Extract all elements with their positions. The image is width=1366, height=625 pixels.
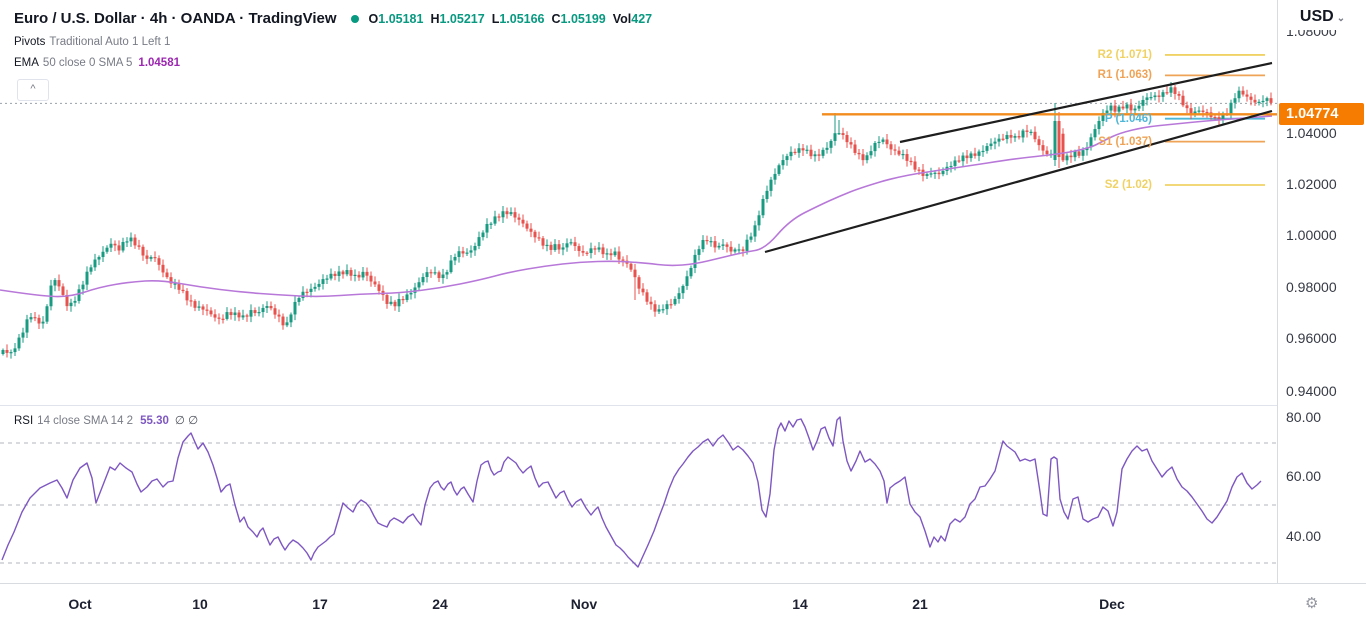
time-axis-label: 17 (312, 596, 328, 612)
ema-indicator-name: EMA (14, 57, 39, 69)
ohlc-item: L1.05166 (492, 12, 545, 26)
currency-selector[interactable]: USD⌄ (1278, 0, 1366, 30)
pivots-indicator-name: Pivots (14, 36, 45, 48)
pivot-level-label: R1 (1.063) (1098, 69, 1152, 81)
pivot-level-label: P (1.046) (1105, 113, 1152, 125)
axis-price-label: 1.02000 (1286, 176, 1337, 192)
pane-divider[interactable] (0, 405, 1366, 406)
axis-price-label: 40.00 (1286, 528, 1321, 544)
last-price-tag: 1.04774 (1279, 103, 1364, 125)
axis-price-label: 60.00 (1286, 468, 1321, 484)
time-axis-label: 10 (192, 596, 208, 612)
tradingview-chart-window: Euro / U.S. Dollar · 4h · OANDA · Tradin… (0, 0, 1366, 625)
gear-icon[interactable]: ⚙ (1305, 594, 1318, 612)
rsi-pane[interactable]: RSI 14 close SMA 14 2 55.30 ∅ ∅ (0, 405, 1277, 583)
axis-price-label: 80.00 (1286, 409, 1321, 425)
rsi-chart-canvas (0, 405, 1277, 583)
price-axis[interactable]: USD⌄ 1.080001.040001.020001.000000.98000… (1277, 0, 1366, 625)
pivots-indicator-legend[interactable]: Pivots Traditional Auto 1 Left 1 (14, 36, 170, 48)
time-axis-label: 14 (792, 596, 808, 612)
time-axis-label: 24 (432, 596, 448, 612)
axis-price-label: 1.04000 (1286, 125, 1337, 141)
price-pane[interactable]: Euro / U.S. Dollar · 4h · OANDA · Tradin… (0, 0, 1277, 405)
ohlc-item: H1.05217 (430, 12, 484, 26)
ema-indicator-params: 50 close 0 SMA 5 (43, 57, 133, 69)
time-axis-label: Oct (68, 596, 91, 612)
pivot-level-label: R2 (1.071) (1098, 49, 1152, 61)
ohlc-item: Vol427 (613, 12, 652, 26)
ohlc-values: O1.05181 H1.05217 L1.05166 C1.05199 Vol427 (369, 10, 660, 27)
time-axis[interactable]: Oct 10 17 24 Nov 14 21 Dec ⚙ (0, 583, 1366, 625)
pivot-level-label: S2 (1.02) (1105, 179, 1152, 191)
ohlc-item: O1.05181 (369, 12, 424, 26)
series-status-dot (351, 15, 359, 23)
ema-indicator-value: 1.04581 (138, 57, 180, 69)
rsi-indicator-value: 55.30 (140, 415, 169, 427)
ema-indicator-legend[interactable]: EMA 50 close 0 SMA 5 1.04581 (14, 57, 180, 69)
ohlc-item: C1.05199 (552, 12, 606, 26)
pivot-level-label: S1 (1.037) (1098, 136, 1152, 148)
symbol-title: Euro / U.S. Dollar · 4h · OANDA · Tradin… (14, 10, 337, 27)
axis-price-label: 0.98000 (1286, 279, 1337, 295)
rsi-indicator-legend[interactable]: RSI 14 close SMA 14 2 55.30 ∅ ∅ (14, 413, 198, 427)
time-axis-label: Dec (1099, 596, 1125, 612)
time-axis-label: Nov (571, 596, 597, 612)
chevron-down-icon: ⌄ (1337, 13, 1345, 24)
collapse-legend-button[interactable]: ^ (17, 79, 49, 101)
rsi-indicator-name: RSI (14, 415, 33, 427)
price-chart-canvas (0, 0, 1277, 405)
axis-price-label: 0.94000 (1286, 383, 1337, 399)
axis-price-label: 1.00000 (1286, 227, 1337, 243)
time-axis-label: 21 (912, 596, 928, 612)
rsi-indicator-params: 14 close SMA 14 2 (37, 415, 133, 427)
rsi-ma-placeholders: ∅ ∅ (175, 415, 198, 427)
pivots-indicator-params: Traditional Auto 1 Left 1 (49, 36, 170, 48)
axis-price-label: 0.96000 (1286, 330, 1337, 346)
symbol-legend[interactable]: Euro / U.S. Dollar · 4h · OANDA · Tradin… (14, 10, 659, 27)
currency-label: USD (1300, 8, 1334, 25)
